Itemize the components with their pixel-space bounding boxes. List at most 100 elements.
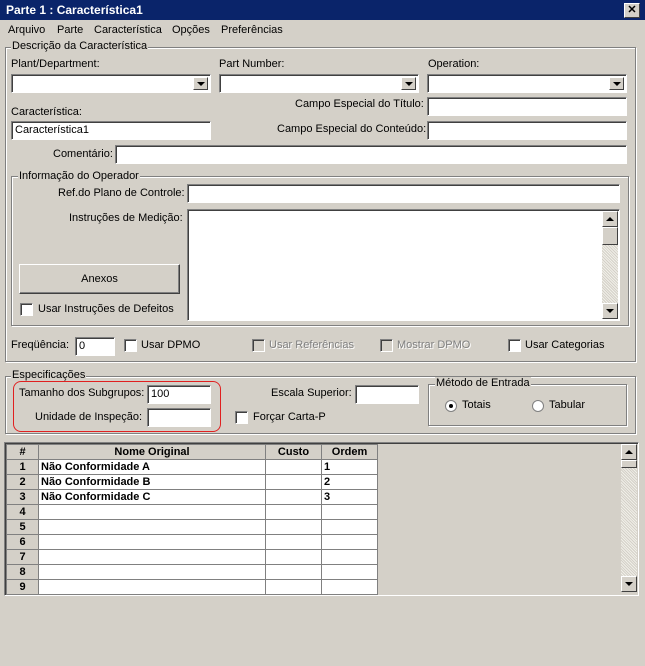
table-row[interactable]: 4 [6,504,378,520]
operation-label: Operation: [428,58,480,70]
tamanho-input[interactable]: 100 [147,385,211,404]
nome-cell[interactable] [38,504,266,520]
table-row[interactable]: 6 [6,534,378,550]
table-row[interactable]: 8 [6,564,378,580]
grid-scrollbar[interactable] [621,444,637,592]
frequencia-input[interactable]: 0 [75,337,115,356]
ordem-cell[interactable]: 3 [321,489,378,505]
usar-instrucoes-checkbox[interactable] [20,303,33,316]
close-button[interactable]: ✕ [624,3,640,18]
comentario-label: Comentário: [53,148,113,160]
operation-combo[interactable] [427,74,627,93]
custo-cell[interactable] [265,459,322,475]
usar-instrucoes-label: Usar Instruções de Defeitos [38,303,174,315]
row-number: 5 [6,519,39,535]
comentario-input[interactable] [115,145,627,164]
row-number: 8 [6,564,39,580]
scroll-up-icon[interactable] [621,444,637,460]
menu-preferencias[interactable]: Preferências [221,24,283,36]
ordem-cell[interactable]: 1 [321,459,378,475]
usar-categorias-checkbox[interactable] [508,339,521,352]
ref-plano-input[interactable] [187,184,620,203]
part-number-label: Part Number: [219,58,285,70]
nome-cell[interactable] [38,534,266,550]
nome-cell[interactable] [38,519,266,535]
unidade-label: Unidade de Inspeção: [35,411,143,423]
nome-cell[interactable] [38,579,266,595]
usar-referencias-label: Usar Referências [269,339,354,351]
grid-header-ordem[interactable]: Ordem [321,444,378,460]
mostrar-dpmo-checkbox [380,339,393,352]
chevron-down-icon[interactable] [193,77,208,90]
plant-combo[interactable] [11,74,211,93]
caracteristica-input[interactable]: Característica1 [11,121,211,140]
custo-cell[interactable] [265,519,322,535]
custo-cell[interactable] [265,504,322,520]
plant-label: Plant/Department: [11,58,100,70]
table-row[interactable]: 5 [6,519,378,535]
ordem-cell[interactable] [321,504,378,520]
table-row[interactable]: 2 Não Conformidade B2 [6,474,378,490]
ordem-cell[interactable] [321,534,378,550]
grid-header-number[interactable]: # [6,444,39,460]
operador-group-title: Informação do Operador [18,170,140,182]
window-title: Parte 1 : Característica1 [6,3,143,17]
menu-caracteristica[interactable]: Característica [94,24,162,36]
chevron-down-icon[interactable] [401,77,416,90]
forcar-carta-checkbox[interactable] [235,411,248,424]
scroll-thumb[interactable] [602,227,618,245]
table-row[interactable]: 1 Não Conformidade A1 [6,459,378,475]
escala-input[interactable] [355,385,419,404]
row-number: 6 [6,534,39,550]
custo-cell[interactable] [265,534,322,550]
campo-conteudo-label: Campo Especial do Conteúdo: [277,123,427,135]
metodo-group [428,384,627,426]
nome-cell[interactable] [38,549,266,565]
scroll-thumb[interactable] [621,460,637,468]
anexos-button[interactable]: Anexos [19,264,180,294]
ordem-cell[interactable] [321,549,378,565]
especificacoes-group-title: Especificações [11,369,87,381]
nao-conformidades-grid[interactable]: # Nome Original Custo Ordem 1 Não Conform… [4,442,639,596]
chevron-down-icon[interactable] [609,77,624,90]
part-number-combo[interactable] [219,74,419,93]
scroll-down-icon[interactable] [621,576,637,592]
campo-titulo-input[interactable] [427,97,627,116]
usar-dpmo-checkbox[interactable] [124,339,137,352]
instrucoes-scrollbar[interactable] [602,211,618,319]
custo-cell[interactable] [265,564,322,580]
totais-radio[interactable] [445,400,457,412]
instrucoes-textarea[interactable] [187,209,620,321]
nome-cell[interactable]: Não Conformidade B [38,474,266,490]
row-number: 1 [6,459,39,475]
nome-cell[interactable] [38,564,266,580]
nome-cell[interactable]: Não Conformidade C [38,489,266,505]
row-number: 7 [6,549,39,565]
ordem-cell[interactable] [321,564,378,580]
table-row[interactable]: 3 Não Conformidade C3 [6,489,378,505]
custo-cell[interactable] [265,579,322,595]
grid-header-custo[interactable]: Custo [265,444,322,460]
custo-cell[interactable] [265,489,322,505]
window-title-bar: Parte 1 : Característica1 ✕ [0,0,645,20]
unidade-input[interactable] [147,408,211,427]
custo-cell[interactable] [265,474,322,490]
scroll-down-icon[interactable] [602,303,618,319]
table-row[interactable]: 9 [6,579,378,595]
campo-conteudo-input[interactable] [427,121,627,140]
totais-label: Totais [462,399,491,411]
ordem-cell[interactable] [321,519,378,535]
custo-cell[interactable] [265,549,322,565]
table-row[interactable]: 7 [6,549,378,565]
row-number: 9 [6,579,39,595]
tabular-radio[interactable] [532,400,544,412]
menu-arquivo[interactable]: Arquivo [8,24,45,36]
menu-opcoes[interactable]: Opções [172,24,210,36]
nome-cell[interactable]: Não Conformidade A [38,459,266,475]
menu-parte[interactable]: Parte [57,24,83,36]
close-icon: ✕ [627,4,637,16]
grid-header-nome[interactable]: Nome Original [38,444,266,460]
ordem-cell[interactable]: 2 [321,474,378,490]
ordem-cell[interactable] [321,579,378,595]
scroll-up-icon[interactable] [602,211,618,227]
